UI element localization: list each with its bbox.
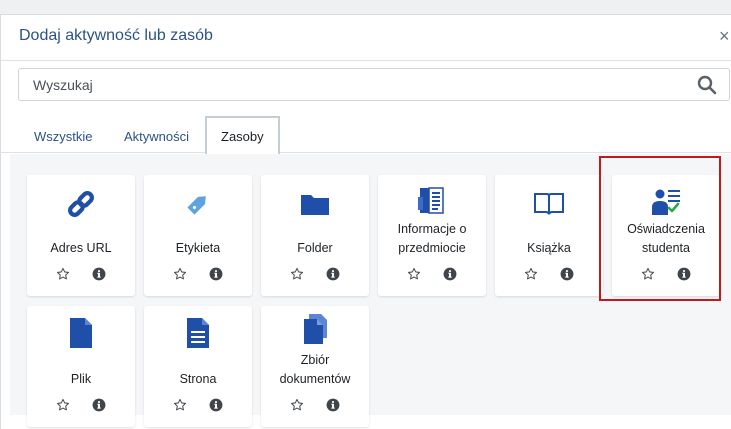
book-icon bbox=[495, 189, 603, 219]
tab-zasoby[interactable]: Zasoby bbox=[205, 116, 280, 154]
item-card-folder[interactable]: Folder bbox=[261, 175, 369, 296]
info-icon[interactable] bbox=[209, 267, 223, 281]
item-label: Strona bbox=[179, 372, 217, 386]
item-label: Informacje o przedmiocie bbox=[397, 222, 467, 255]
item-label: Etykieta bbox=[175, 241, 221, 255]
course-info-icon bbox=[378, 185, 486, 215]
star-icon[interactable] bbox=[173, 267, 187, 281]
star-icon[interactable] bbox=[641, 267, 655, 281]
item-card-adres-url[interactable]: Adres URL bbox=[27, 175, 135, 296]
info-icon[interactable] bbox=[560, 267, 574, 281]
folder-icon bbox=[261, 189, 369, 219]
info-icon[interactable] bbox=[92, 398, 106, 412]
info-icon[interactable] bbox=[326, 267, 340, 281]
item-label: Adres URL bbox=[50, 241, 112, 255]
info-icon[interactable] bbox=[209, 398, 223, 412]
item-card-zbior-dokumentow[interactable]: Zbiór dokumentów bbox=[261, 306, 369, 427]
item-label: Książka bbox=[527, 241, 571, 255]
modal-header: Dodaj aktywność lub zasób × bbox=[1, 15, 731, 61]
info-icon[interactable] bbox=[443, 267, 457, 281]
item-label: Oświadczenia studenta bbox=[627, 222, 705, 255]
file-icon bbox=[27, 318, 135, 348]
link-icon bbox=[27, 189, 135, 219]
items-grid: Adres URL Etykieta Folder Informacje o p… bbox=[10, 154, 731, 427]
item-label: Plik bbox=[70, 372, 92, 386]
item-card-etykieta[interactable]: Etykieta bbox=[144, 175, 252, 296]
item-label: Zbiór dokumentów bbox=[279, 353, 351, 386]
info-icon[interactable] bbox=[326, 398, 340, 412]
item-label: Folder bbox=[297, 241, 333, 255]
student-declaration-icon bbox=[612, 187, 720, 217]
item-card-oswiadczenia-studenta[interactable]: Oświadczenia studenta bbox=[612, 175, 720, 296]
star-icon[interactable] bbox=[173, 398, 187, 412]
item-card-strona[interactable]: Strona bbox=[144, 306, 252, 427]
page-icon bbox=[144, 318, 252, 348]
star-icon[interactable] bbox=[56, 267, 70, 281]
star-icon[interactable] bbox=[290, 398, 304, 412]
tab-wszystkie[interactable]: Wszystkie bbox=[34, 116, 93, 153]
modal-title: Dodaj aktywność lub zasób bbox=[19, 27, 213, 44]
search-icon[interactable] bbox=[697, 75, 717, 95]
close-icon[interactable]: × bbox=[719, 26, 729, 47]
search-box bbox=[18, 68, 730, 101]
info-icon[interactable] bbox=[677, 267, 691, 281]
category-tabs: Wszystkie Aktywności Zasoby bbox=[0, 112, 731, 154]
item-card-plik[interactable]: Plik bbox=[27, 306, 135, 427]
star-icon[interactable] bbox=[524, 267, 538, 281]
item-card-informacje-o-przedmiocie[interactable]: Informacje o przedmiocie bbox=[378, 175, 486, 296]
star-icon[interactable] bbox=[290, 267, 304, 281]
search-input[interactable] bbox=[19, 69, 679, 100]
tab-aktywnosci[interactable]: Aktywności bbox=[124, 116, 189, 153]
tag-icon bbox=[144, 189, 252, 219]
star-icon[interactable] bbox=[56, 398, 70, 412]
star-icon[interactable] bbox=[407, 267, 421, 281]
item-card-ksiazka[interactable]: Książka bbox=[495, 175, 603, 296]
document-collection-icon bbox=[261, 314, 369, 344]
info-icon[interactable] bbox=[92, 267, 106, 281]
